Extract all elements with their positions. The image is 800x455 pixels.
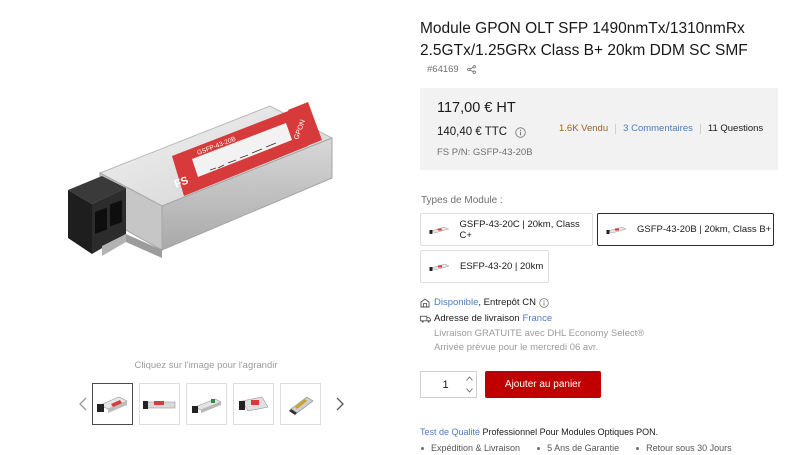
delivery-eta: Arrivée prévue pour le mercredi 06 avr. [434,342,599,353]
variant-gsfp-43-20b[interactable]: GSFP-43-20B | 20km, Class B+ [597,213,774,246]
variant-label: GSFP-43-20C | 20km, Class C+ [459,218,580,241]
warehouse-text: , Entrepôt CN [478,297,536,308]
product-stats: 1.6K Vendu 3 Commentaires 11 Questions [559,123,763,134]
info-icon[interactable] [539,297,549,308]
quantity-increase-button[interactable] [462,372,476,385]
feature-item[interactable]: Expédition & Livraison [421,443,520,453]
price-ttc: 140,40 € TTC [437,126,508,138]
comments-label: Commentaires [631,123,693,134]
divider [699,123,701,134]
divider [615,123,617,134]
feature-item[interactable]: 5 Ans de Garantie [537,443,619,453]
comments-link[interactable]: 3 Commentaires [623,123,693,134]
chevron-up-icon [465,376,473,381]
product-meta: #64169 [427,64,476,75]
product-info: Module GPON OLT SFP 1490nmTx/1310nmRx 2.… [420,0,800,455]
variant-label: GSFP-43-20B | 20km, Class B+ [637,224,772,235]
product-id: #64169 [427,64,459,75]
variant-esfp-43-20[interactable]: ESFP-43-20 | 20km [420,250,549,283]
feature-item[interactable]: Retour sous 30 Jours [636,443,732,453]
price-box: 117,00 € HT 140,40 € TTC FS P/N: GSFP-43… [420,88,778,170]
quantity-input[interactable] [421,372,462,397]
zoom-hint: Cliquez sur l'image pour l'agrandir [134,360,278,371]
module-icon [429,226,450,234]
feature-label: 5 Ans de Garantie [547,443,620,453]
thumbnail-top[interactable] [233,383,274,425]
bullet [421,446,424,450]
questions-link[interactable]: 11 Questions [708,123,763,134]
module-icon [429,263,450,271]
thumbnail-front[interactable] [92,383,133,425]
quality-note: Test de Qualité Professionnel Pour Modul… [420,427,658,437]
country-link[interactable]: France [523,313,553,324]
warehouse-icon [420,297,430,307]
thumbnail-angle[interactable] [186,383,227,425]
product-title: Module GPON OLT SFP 1490nmTx/1310nmRx 2.… [420,20,748,59]
bullet [636,446,640,450]
variant-label: ESFP-43-20 | 20km [460,261,544,272]
thumbnail-strip [76,383,347,425]
quality-test-link[interactable]: Test de Qualité [420,427,480,437]
shipping-address: Adresse de livraison France [420,313,552,324]
questions-label: Questions [720,123,764,134]
main-product-image[interactable]: FS GSFP-43-20B GPON [40,28,370,348]
comments-count: 3 [623,123,629,134]
free-shipping-text: Livraison GRATUITE avec DHL Economy Sele… [434,328,645,339]
product-gallery: FS GSFP-43-20B GPON Cliquez sur l'image … [0,0,400,455]
quantity-stepper [420,371,477,398]
chevron-left-icon[interactable] [76,383,90,425]
module-types-label: Types de Module : [421,195,503,206]
address-label: Adresse de livraison [434,313,520,324]
questions-count: 11 [707,123,718,134]
variant-gsfp-43-20c[interactable]: GSFP-43-20C | 20km, Class C+ [420,213,593,246]
stock-status: Disponible , Entrepôt CN [420,297,549,308]
chevron-down-icon [465,388,473,393]
thumbnail-side[interactable] [139,383,180,425]
quantity-decrease-button[interactable] [462,385,476,398]
truck-icon [420,315,431,323]
chevron-right-icon[interactable] [333,383,347,425]
price-ttc-row: 140,40 € TTC [437,126,526,138]
bullet [537,446,541,450]
part-number: FS P/N: GSFP-43-20B [437,147,533,158]
share-icon[interactable] [466,65,476,74]
module-icon [606,226,627,234]
price-ht: 117,00 € HT [437,100,516,116]
add-to-cart-button[interactable]: Ajouter au panier [485,371,601,398]
info-icon[interactable] [515,126,526,138]
sold-count: 1.6K Vendu [559,123,609,134]
feature-label: Retour sous 30 Jours [646,443,732,453]
quality-text: Professionnel Pour Modules Optiques PON. [480,427,659,437]
quantity-steps [462,372,476,397]
thumbnail-connector[interactable] [280,383,321,425]
feature-label: Expédition & Livraison [431,443,521,453]
availability-link[interactable]: Disponible [434,297,478,308]
feature-list: Expédition & Livraison 5 Ans de Garantie… [421,443,749,453]
